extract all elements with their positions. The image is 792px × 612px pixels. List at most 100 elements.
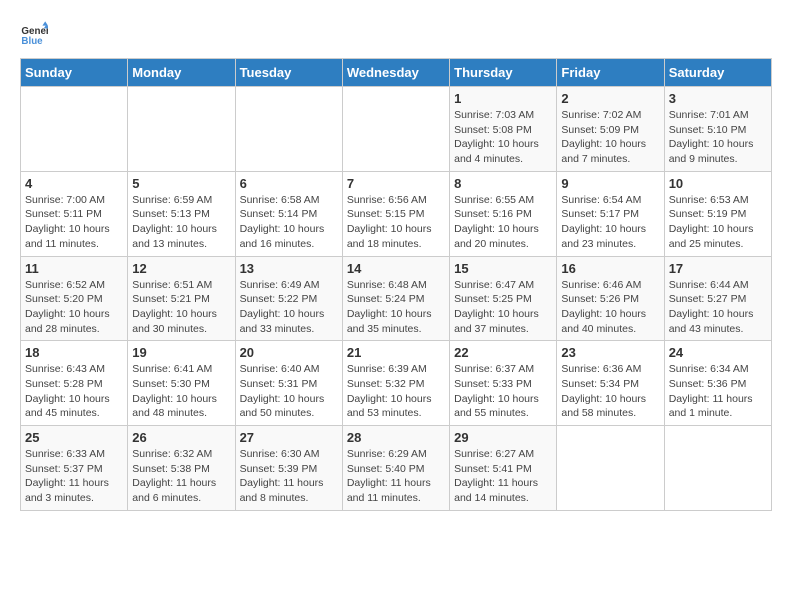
- calendar-cell: 9 Sunrise: 6:54 AMSunset: 5:17 PMDaylight…: [557, 171, 664, 256]
- header-cell-monday: Monday: [128, 59, 235, 87]
- logo-icon: General Blue: [20, 20, 48, 48]
- calendar-cell: 18 Sunrise: 6:43 AMSunset: 5:28 PMDayligh…: [21, 341, 128, 426]
- day-info: Sunrise: 6:40 AMSunset: 5:31 PMDaylight:…: [240, 362, 338, 421]
- calendar-cell: 27 Sunrise: 6:30 AMSunset: 5:39 PMDayligh…: [235, 426, 342, 511]
- header-cell-friday: Friday: [557, 59, 664, 87]
- calendar-cell: 5 Sunrise: 6:59 AMSunset: 5:13 PMDaylight…: [128, 171, 235, 256]
- calendar-cell: 1Sunrise: 7:03 AMSunset: 5:08 PMDaylight…: [450, 87, 557, 172]
- day-number: 29: [454, 430, 552, 445]
- calendar-cell: 3Sunrise: 7:01 AMSunset: 5:10 PMDaylight…: [664, 87, 771, 172]
- day-number: 1: [454, 91, 552, 106]
- day-info: Sunrise: 6:56 AMSunset: 5:15 PMDaylight:…: [347, 193, 445, 252]
- calendar-cell: 13 Sunrise: 6:49 AMSunset: 5:22 PMDayligh…: [235, 256, 342, 341]
- calendar-cell: 20Sunrise: 6:40 AMSunset: 5:31 PMDayligh…: [235, 341, 342, 426]
- day-info: Sunrise: 6:41 AMSunset: 5:30 PMDaylight:…: [132, 362, 230, 421]
- calendar-body: 1Sunrise: 7:03 AMSunset: 5:08 PMDaylight…: [21, 87, 772, 511]
- day-info: Sunrise: 6:27 AMSunset: 5:41 PMDaylight:…: [454, 447, 552, 506]
- day-number: 17: [669, 261, 767, 276]
- day-number: 12: [132, 261, 230, 276]
- day-number: 26: [132, 430, 230, 445]
- day-number: 8: [454, 176, 552, 191]
- header-cell-thursday: Thursday: [450, 59, 557, 87]
- day-info: Sunrise: 6:59 AMSunset: 5:13 PMDaylight:…: [132, 193, 230, 252]
- calendar-cell: 6 Sunrise: 6:58 AMSunset: 5:14 PMDaylight…: [235, 171, 342, 256]
- day-number: 22: [454, 345, 552, 360]
- calendar-cell: [21, 87, 128, 172]
- day-info: Sunrise: 6:55 AMSunset: 5:16 PMDaylight:…: [454, 193, 552, 252]
- calendar-cell: 29 Sunrise: 6:27 AMSunset: 5:41 PMDayligh…: [450, 426, 557, 511]
- day-number: 24: [669, 345, 767, 360]
- calendar-cell: 25 Sunrise: 6:33 AMSunset: 5:37 PMDayligh…: [21, 426, 128, 511]
- day-number: 25: [25, 430, 123, 445]
- day-info: Sunrise: 6:44 AMSunset: 5:27 PMDaylight:…: [669, 278, 767, 337]
- day-number: 9: [561, 176, 659, 191]
- day-number: 28: [347, 430, 445, 445]
- calendar-cell: [128, 87, 235, 172]
- day-info: Sunrise: 6:33 AMSunset: 5:37 PMDaylight:…: [25, 447, 123, 506]
- day-number: 7: [347, 176, 445, 191]
- day-number: 15: [454, 261, 552, 276]
- calendar-cell: [235, 87, 342, 172]
- calendar-cell: 8 Sunrise: 6:55 AMSunset: 5:16 PMDaylight…: [450, 171, 557, 256]
- calendar-cell: [664, 426, 771, 511]
- day-number: 5: [132, 176, 230, 191]
- header-cell-tuesday: Tuesday: [235, 59, 342, 87]
- header-row: SundayMondayTuesdayWednesdayThursdayFrid…: [21, 59, 772, 87]
- week-row-5: 25 Sunrise: 6:33 AMSunset: 5:37 PMDayligh…: [21, 426, 772, 511]
- calendar-cell: 11 Sunrise: 6:52 AMSunset: 5:20 PMDayligh…: [21, 256, 128, 341]
- calendar-cell: 15 Sunrise: 6:47 AMSunset: 5:25 PMDayligh…: [450, 256, 557, 341]
- week-row-1: 1Sunrise: 7:03 AMSunset: 5:08 PMDaylight…: [21, 87, 772, 172]
- calendar-header: SundayMondayTuesdayWednesdayThursdayFrid…: [21, 59, 772, 87]
- calendar-cell: 28Sunrise: 6:29 AMSunset: 5:40 PMDayligh…: [342, 426, 449, 511]
- day-number: 10: [669, 176, 767, 191]
- day-info: Sunrise: 6:34 AMSunset: 5:36 PMDaylight:…: [669, 362, 767, 421]
- day-info: Sunrise: 6:43 AMSunset: 5:28 PMDaylight:…: [25, 362, 123, 421]
- day-number: 18: [25, 345, 123, 360]
- day-number: 23: [561, 345, 659, 360]
- calendar-cell: 2 Sunrise: 7:02 AMSunset: 5:09 PMDaylight…: [557, 87, 664, 172]
- calendar-cell: [342, 87, 449, 172]
- day-info: Sunrise: 6:51 AMSunset: 5:21 PMDaylight:…: [132, 278, 230, 337]
- day-info: Sunrise: 6:37 AMSunset: 5:33 PMDaylight:…: [454, 362, 552, 421]
- day-info: Sunrise: 6:54 AMSunset: 5:17 PMDaylight:…: [561, 193, 659, 252]
- calendar-cell: 7 Sunrise: 6:56 AMSunset: 5:15 PMDaylight…: [342, 171, 449, 256]
- calendar-cell: 10 Sunrise: 6:53 AMSunset: 5:19 PMDayligh…: [664, 171, 771, 256]
- day-info: Sunrise: 6:47 AMSunset: 5:25 PMDaylight:…: [454, 278, 552, 337]
- day-info: Sunrise: 6:46 AMSunset: 5:26 PMDaylight:…: [561, 278, 659, 337]
- week-row-3: 11 Sunrise: 6:52 AMSunset: 5:20 PMDayligh…: [21, 256, 772, 341]
- svg-text:Blue: Blue: [21, 36, 43, 47]
- day-info: Sunrise: 6:49 AMSunset: 5:22 PMDaylight:…: [240, 278, 338, 337]
- day-number: 19: [132, 345, 230, 360]
- day-info: Sunrise: 6:30 AMSunset: 5:39 PMDaylight:…: [240, 447, 338, 506]
- day-info: Sunrise: 6:48 AMSunset: 5:24 PMDaylight:…: [347, 278, 445, 337]
- calendar-cell: 24 Sunrise: 6:34 AMSunset: 5:36 PMDayligh…: [664, 341, 771, 426]
- day-info: Sunrise: 6:36 AMSunset: 5:34 PMDaylight:…: [561, 362, 659, 421]
- week-row-2: 4 Sunrise: 7:00 AMSunset: 5:11 PMDaylight…: [21, 171, 772, 256]
- day-info: Sunrise: 6:52 AMSunset: 5:20 PMDaylight:…: [25, 278, 123, 337]
- day-info: Sunrise: 7:02 AMSunset: 5:09 PMDaylight:…: [561, 108, 659, 167]
- calendar-cell: 26Sunrise: 6:32 AMSunset: 5:38 PMDayligh…: [128, 426, 235, 511]
- day-info: Sunrise: 6:58 AMSunset: 5:14 PMDaylight:…: [240, 193, 338, 252]
- calendar-cell: [557, 426, 664, 511]
- calendar-cell: 17 Sunrise: 6:44 AMSunset: 5:27 PMDayligh…: [664, 256, 771, 341]
- day-info: Sunrise: 6:39 AMSunset: 5:32 PMDaylight:…: [347, 362, 445, 421]
- calendar-table: SundayMondayTuesdayWednesdayThursdayFrid…: [20, 58, 772, 511]
- day-number: 3: [669, 91, 767, 106]
- day-number: 4: [25, 176, 123, 191]
- day-number: 11: [25, 261, 123, 276]
- calendar-cell: 16Sunrise: 6:46 AMSunset: 5:26 PMDayligh…: [557, 256, 664, 341]
- day-number: 27: [240, 430, 338, 445]
- day-number: 6: [240, 176, 338, 191]
- calendar-cell: 4 Sunrise: 7:00 AMSunset: 5:11 PMDaylight…: [21, 171, 128, 256]
- calendar-cell: 21Sunrise: 6:39 AMSunset: 5:32 PMDayligh…: [342, 341, 449, 426]
- day-number: 2: [561, 91, 659, 106]
- header-cell-sunday: Sunday: [21, 59, 128, 87]
- day-info: Sunrise: 6:53 AMSunset: 5:19 PMDaylight:…: [669, 193, 767, 252]
- calendar-cell: 19 Sunrise: 6:41 AMSunset: 5:30 PMDayligh…: [128, 341, 235, 426]
- day-number: 13: [240, 261, 338, 276]
- header-cell-saturday: Saturday: [664, 59, 771, 87]
- day-info: Sunrise: 7:00 AMSunset: 5:11 PMDaylight:…: [25, 193, 123, 252]
- page-header: General Blue: [20, 20, 772, 48]
- header-cell-wednesday: Wednesday: [342, 59, 449, 87]
- week-row-4: 18 Sunrise: 6:43 AMSunset: 5:28 PMDayligh…: [21, 341, 772, 426]
